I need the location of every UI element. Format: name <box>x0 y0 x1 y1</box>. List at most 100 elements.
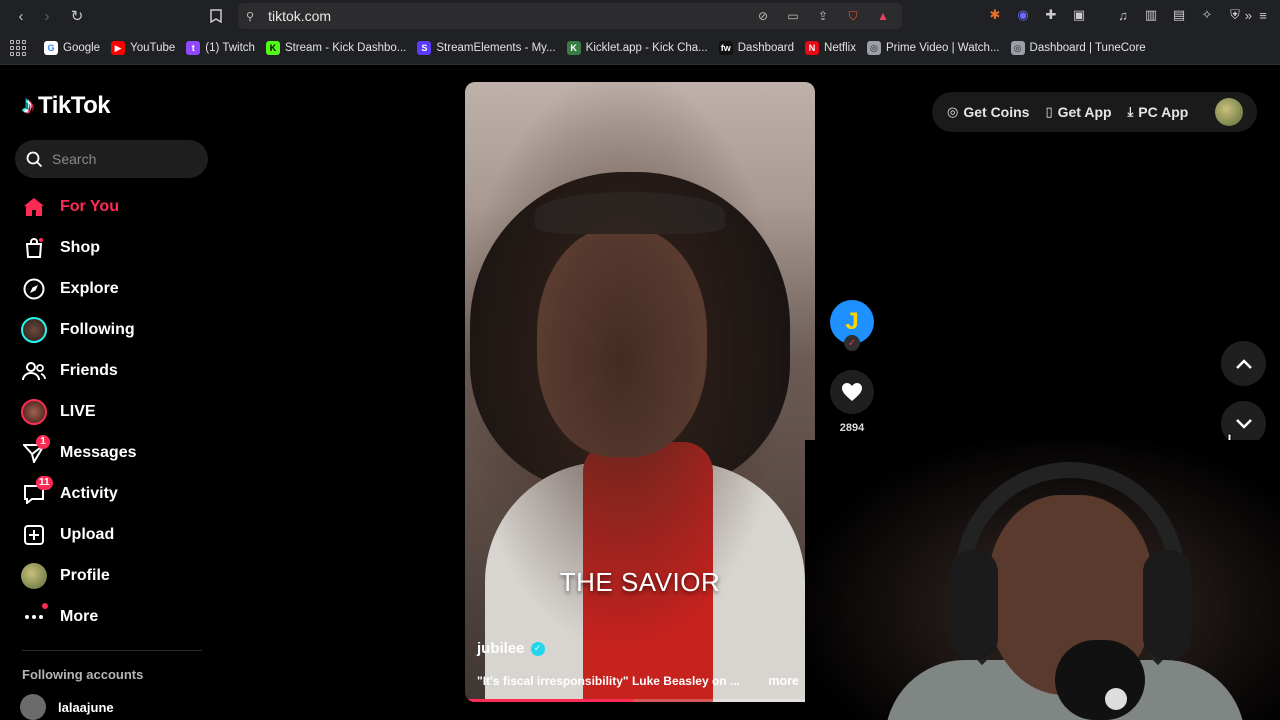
download-icon: ⤓ <box>1127 104 1134 119</box>
vpn-icon[interactable]: ⛨ <box>1226 5 1244 25</box>
search-input[interactable]: Search <box>15 140 208 178</box>
back-icon[interactable]: ‹ <box>8 3 34 29</box>
video-caption: "It's fiscal irresponsibility" Luke Beas… <box>477 674 740 688</box>
video-player[interactable]: THE SAVIOR jubilee ✓ "It's fiscal irresp… <box>465 82 815 702</box>
bookmark-item[interactable]: G Google <box>44 41 100 55</box>
sidebar-item-explore[interactable]: Explore <box>18 268 218 309</box>
account-name: lalaajune <box>58 699 114 715</box>
following-avatar-icon <box>18 314 50 346</box>
activity-icon: 11 <box>18 475 53 510</box>
share-icon[interactable]: ⇪ <box>814 7 832 25</box>
cast-icon[interactable]: ▭ <box>784 7 802 25</box>
verified-icon: ✓ <box>530 641 545 656</box>
music-icon[interactable]: ♫ <box>1114 5 1132 25</box>
bookmark-label: Dashboard <box>737 42 795 54</box>
sidebar-item-following[interactable]: Following <box>18 309 218 350</box>
sidebar-item-label: LIVE <box>60 402 96 420</box>
video-overlay-title: THE SAVIOR <box>559 567 721 597</box>
sidebar-item-label: For You <box>60 197 119 215</box>
bookmark-label: Google <box>63 42 101 54</box>
home-icon <box>18 191 50 223</box>
following-accounts-title: Following accounts <box>22 667 144 682</box>
reload-icon[interactable]: ↻ <box>64 3 90 29</box>
bookmarks-bar: G Google ▶ YouTube t (1) Twitch K Stream - Kick… <box>0 32 1280 65</box>
bookmark-item[interactable]: ◎ Dashboard | TuneCore <box>1010 41 1146 55</box>
bookmark-item[interactable]: S StreamElements - My... <box>417 41 556 55</box>
microphone-pop-filter <box>1105 688 1127 710</box>
sidebar-item-label: Friends <box>60 361 118 379</box>
headphones-left-cup <box>950 550 998 660</box>
sidebar-divider <box>22 650 202 651</box>
sidebar-item-more[interactable]: More <box>18 596 218 637</box>
notification-badge: 1 <box>36 434 50 449</box>
follow-check-icon[interactable]: ✓ <box>844 335 860 351</box>
address-bar[interactable]: ⚲ tiktok.com ⊘ ▭ ⇪ ⛉ ▲ <box>238 3 902 29</box>
compass-icon <box>18 273 50 305</box>
sidebar-item-live[interactable]: LIVE <box>18 391 218 432</box>
brave-rewards-icon[interactable]: ▲ <box>874 7 892 25</box>
shop-icon <box>18 232 50 264</box>
browser-toolbar: ‹ › ↻ ⚲ tiktok.com ⊘ ▭ ⇪ ⛉ ▲ ✱ ◉ ✚ ▣ ♫ ▥… <box>0 0 1280 32</box>
get-coins-button[interactable]: ◎ Get Coins <box>947 104 1029 120</box>
leo-ai-icon[interactable]: ✧ <box>1198 5 1216 25</box>
bookmark-label: (1) Twitch <box>205 42 255 54</box>
forward-icon[interactable]: › <box>34 3 60 29</box>
site-settings-icon[interactable]: ⚲ <box>246 10 254 23</box>
like-action[interactable]: 2894 <box>830 370 874 434</box>
tiktok-logo[interactable]: ♪ TikTok <box>22 92 111 120</box>
extension-blue-icon[interactable]: ◉ <box>1014 5 1032 25</box>
video-author[interactable]: jubilee ✓ <box>477 640 545 657</box>
sidebar-item-friends[interactable]: Friends <box>18 350 218 391</box>
search-icon <box>26 151 43 167</box>
following-account-item[interactable]: lalaajune <box>20 694 114 720</box>
extension-orange-icon[interactable]: ✱ <box>986 5 1004 25</box>
video-shading <box>465 82 815 702</box>
coin-icon: ◎ <box>947 104 959 119</box>
search-placeholder: Search <box>52 151 97 167</box>
wallet-icon[interactable]: ▤ <box>1170 5 1188 25</box>
screenshot-icon[interactable]: ▣ <box>1070 5 1088 25</box>
bookmark-item[interactable]: fw Dashboard <box>718 41 795 55</box>
sidebar-icon[interactable]: ▥ <box>1142 5 1160 25</box>
caption-more-button[interactable]: more <box>768 674 799 688</box>
video-progress-bar[interactable] <box>465 699 815 702</box>
bookmark-item[interactable]: N Netflix <box>805 41 856 55</box>
bookmarks-overflow-icon[interactable]: » <box>1245 8 1252 23</box>
bookmark-icon[interactable] <box>203 3 229 29</box>
bookmark-item[interactable]: t (1) Twitch <box>186 41 255 55</box>
previous-video-button[interactable] <box>1221 341 1266 386</box>
bookmark-item[interactable]: ▶ YouTube <box>111 41 175 55</box>
apps-grid-icon[interactable] <box>10 40 26 56</box>
bookmark-item[interactable]: K Stream - Kick Dashbo... <box>265 41 406 55</box>
extensions-puzzle-icon[interactable]: ✚ <box>1042 5 1060 25</box>
sidebar-item-activity[interactable]: 11 Activity <box>18 473 218 514</box>
friends-icon <box>18 355 50 387</box>
logo-text: TikTok <box>38 92 111 119</box>
sidebar-item-upload[interactable]: Upload <box>18 514 218 555</box>
video-actions: J ✓ 2894 224 94 22 <box>830 300 874 653</box>
bookmark-favicon-icon: ◎ <box>1010 41 1025 55</box>
brave-shield-icon[interactable]: ⛉ <box>844 7 862 25</box>
url-text: tiktok.com <box>268 8 332 24</box>
pc-app-button[interactable]: ⤓ PC App <box>1128 104 1189 120</box>
profile-avatar[interactable] <box>1215 98 1243 126</box>
bookmark-item[interactable]: ◎ Prime Video | Watch... <box>866 41 1000 55</box>
phone-icon: ▯ <box>1045 104 1053 119</box>
bookmark-favicon-icon: K <box>566 41 581 55</box>
sidebar-item-for-you[interactable]: For You <box>18 186 218 227</box>
upload-icon <box>18 519 50 551</box>
get-app-button[interactable]: ▯ Get App <box>1045 104 1111 120</box>
author-avatar[interactable]: J ✓ <box>830 300 874 351</box>
bookmark-favicon-icon: G <box>44 41 58 55</box>
sidebar-item-messages[interactable]: 1 Messages <box>18 432 218 473</box>
bookmark-item[interactable]: K Kicklet.app - Kick Cha... <box>566 41 708 55</box>
mute-icon[interactable]: ⊘ <box>754 7 772 25</box>
sidebar-item-profile[interactable]: Profile <box>18 555 218 596</box>
sidebar-item-shop[interactable]: Shop <box>18 227 218 268</box>
webcam-overlay <box>805 440 1280 720</box>
heart-icon[interactable] <box>830 370 874 414</box>
chevron-up-icon <box>1235 358 1252 369</box>
menu-icon[interactable]: ≡ <box>1254 5 1272 25</box>
bookmark-favicon-icon: fw <box>718 41 733 55</box>
tiktok-note-icon: ♪ <box>22 92 34 119</box>
